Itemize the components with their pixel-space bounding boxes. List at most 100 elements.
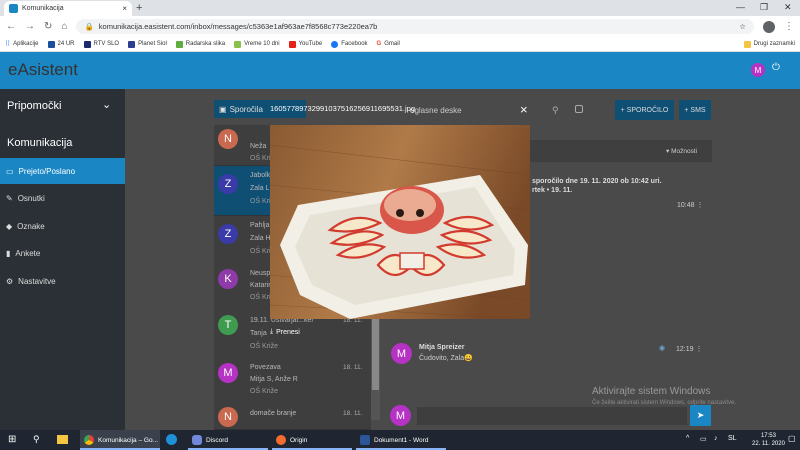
notification-icon[interactable]: ▢ — [788, 434, 796, 443]
minimize-icon[interactable]: — — [736, 2, 745, 12]
close-icon[interactable]: × — [520, 102, 528, 117]
app-logo[interactable]: eAsistent — [8, 60, 78, 80]
bookmark-facebook[interactable]: Facebook — [331, 40, 368, 48]
taskbar-chrome[interactable]: Komunikacija – Go... — [80, 430, 160, 450]
list-avatar: T — [218, 315, 238, 335]
gear-icon: ⚙ — [6, 276, 14, 286]
sidebar-item-prejeto[interactable]: ▭ Prejeto/Poslano — [0, 158, 125, 184]
poll-icon: ▮ — [6, 248, 11, 258]
bookmark-gmail[interactable]: G Gmail — [377, 41, 400, 47]
sidebar-section-komunikacija: Komunikacija — [7, 137, 73, 149]
list-avatar: K — [218, 269, 238, 289]
sidebar-item-oznake[interactable]: ◆ Oznake — [0, 213, 125, 239]
bookmark-youtube[interactable]: YouTube — [288, 40, 322, 48]
24ur-icon — [47, 40, 55, 48]
word-icon — [360, 435, 370, 445]
tab-title: Komunikacija — [22, 5, 64, 12]
address-bar: ← → ↻ ⌂ 🔒 komunikacija.easistent.com/inb… — [0, 16, 800, 37]
tab-close-icon[interactable]: × — [122, 4, 127, 13]
lock-icon: 🔒 — [84, 22, 94, 31]
site-favicon — [9, 4, 18, 13]
reply-text: Čudovito, Zala😀 — [419, 355, 473, 362]
taskbar-clock[interactable]: 17:53 22. 11. 2020 — [752, 432, 785, 448]
search-icon[interactable]: ⚲ — [33, 434, 40, 445]
list-avatar: N — [218, 407, 238, 427]
more-icon[interactable]: ⋮ — [695, 346, 702, 353]
app-header — [0, 52, 800, 89]
new-tab-button[interactable]: + — [136, 2, 142, 14]
inbox-icon: ▭ — [6, 166, 14, 176]
more-icon[interactable]: ⋮ — [696, 202, 703, 209]
url-text: komunikacija.easistent.com/inbox/message… — [98, 22, 378, 31]
user-avatar[interactable]: M — [751, 63, 765, 77]
taskbar-word[interactable]: Dokument1 - Word — [356, 430, 446, 450]
bookmark-other[interactable]: Drugi zaznamki — [743, 40, 795, 48]
weather-icon — [234, 40, 242, 48]
send-icon[interactable]: ➤ — [690, 405, 711, 426]
tray-chevron-icon[interactable]: ^ — [686, 435, 689, 442]
sidebar-item-nastavitve[interactable]: ⚙ Nastavitve — [0, 268, 125, 294]
sidebar-item-ankete[interactable]: ▮ Ankete — [0, 240, 125, 266]
star-icon[interactable]: ☆ — [739, 22, 746, 31]
options-dropdown[interactable]: ▾ Možnosti — [666, 147, 697, 155]
folder-icon — [743, 40, 751, 48]
origin-icon — [276, 435, 286, 445]
download-icon: ⤓ — [270, 328, 274, 335]
taskbar-origin[interactable]: Origin — [272, 430, 352, 450]
message-icon: ▣ — [219, 104, 227, 114]
apps-grid-icon: ⠿ — [5, 41, 11, 48]
tab-oglasne-deske[interactable]: oglasne deske — [410, 106, 462, 115]
search-icon[interactable]: ⚲ — [552, 105, 559, 116]
windows-start-icon[interactable]: ⊞ — [8, 434, 16, 445]
select-all-icon[interactable] — [575, 105, 583, 113]
radar-icon — [175, 40, 183, 48]
image-filename: 160577897329910375162569116955​31.jpg — [270, 104, 416, 113]
download-button[interactable]: ⤓ Prenesi — [270, 328, 300, 336]
bookmark-vreme[interactable]: Vreme 10 dni — [234, 40, 280, 48]
bookmark-rtv[interactable]: RTV SLO — [83, 40, 119, 48]
rtv-icon — [83, 40, 91, 48]
chevron-down-icon[interactable]: ⌄ — [102, 98, 111, 111]
list-item[interactable]: M Povezava Mitja S, Anže R OŠ Križe 18. … — [214, 359, 371, 409]
composer-avatar: M — [390, 405, 411, 426]
logout-icon[interactable]: ⏻ — [772, 62, 780, 73]
language-icon[interactable]: SL — [728, 435, 737, 442]
volume-icon[interactable]: ♪ — [714, 435, 718, 442]
browser-tab[interactable]: Komunikacija × — [4, 1, 132, 16]
profile-icon[interactable] — [763, 20, 775, 33]
message-time: 10:48 ⋮ — [677, 202, 704, 209]
sidebar-section-pripomocki[interactable]: Pripomočki — [7, 100, 61, 112]
bookmark-siol[interactable]: Planet Siol — [128, 40, 167, 48]
sms-button[interactable]: + SMS — [679, 100, 711, 120]
youtube-icon — [288, 40, 296, 48]
bookmark-24ur[interactable]: 24 UR — [47, 40, 75, 48]
sidebar-item-osnutki[interactable]: ✎ Osnutki — [0, 185, 125, 211]
reply-author: Mitja Spreizer — [419, 344, 465, 351]
activation-watermark-title: Aktivirajte sistem Windows — [592, 386, 711, 397]
activation-watermark-text: Če želite aktivirati sistem Windows, odp… — [592, 400, 737, 406]
reply-input[interactable] — [417, 407, 687, 425]
list-avatar: Z — [218, 174, 238, 194]
menu-icon[interactable]: ⋮ — [784, 21, 794, 32]
facebook-icon — [331, 40, 339, 48]
bookmark-apps[interactable]: ⠿ Aplikacije — [5, 40, 39, 48]
taskbar-discord[interactable]: Discord — [188, 430, 268, 450]
back-icon[interactable]: ← — [6, 21, 16, 32]
edge-icon[interactable] — [166, 434, 177, 445]
discord-icon — [192, 435, 202, 445]
reply-time: 12:19 ⋮ — [676, 346, 703, 353]
new-message-button[interactable]: + SPOROČILO — [615, 100, 674, 120]
file-explorer-icon[interactable] — [57, 435, 68, 444]
bookmark-radar[interactable]: Radarska slika — [175, 40, 225, 48]
reload-icon[interactable]: ↻ — [44, 21, 52, 32]
maximize-icon[interactable]: ❐ — [760, 2, 768, 13]
siol-icon — [128, 40, 136, 48]
network-icon[interactable]: ▭ — [700, 435, 707, 443]
list-avatar: M — [218, 363, 238, 383]
forward-icon[interactable]: → — [25, 21, 35, 32]
close-window-icon[interactable]: ✕ — [784, 2, 792, 13]
url-field[interactable]: 🔒 komunikacija.easistent.com/inbox/messa… — [76, 19, 754, 34]
list-item[interactable]: N domače branje 18. 11. — [214, 405, 371, 430]
seen-icon: ◉ — [659, 345, 666, 352]
home-icon[interactable]: ⌂ — [61, 21, 67, 32]
